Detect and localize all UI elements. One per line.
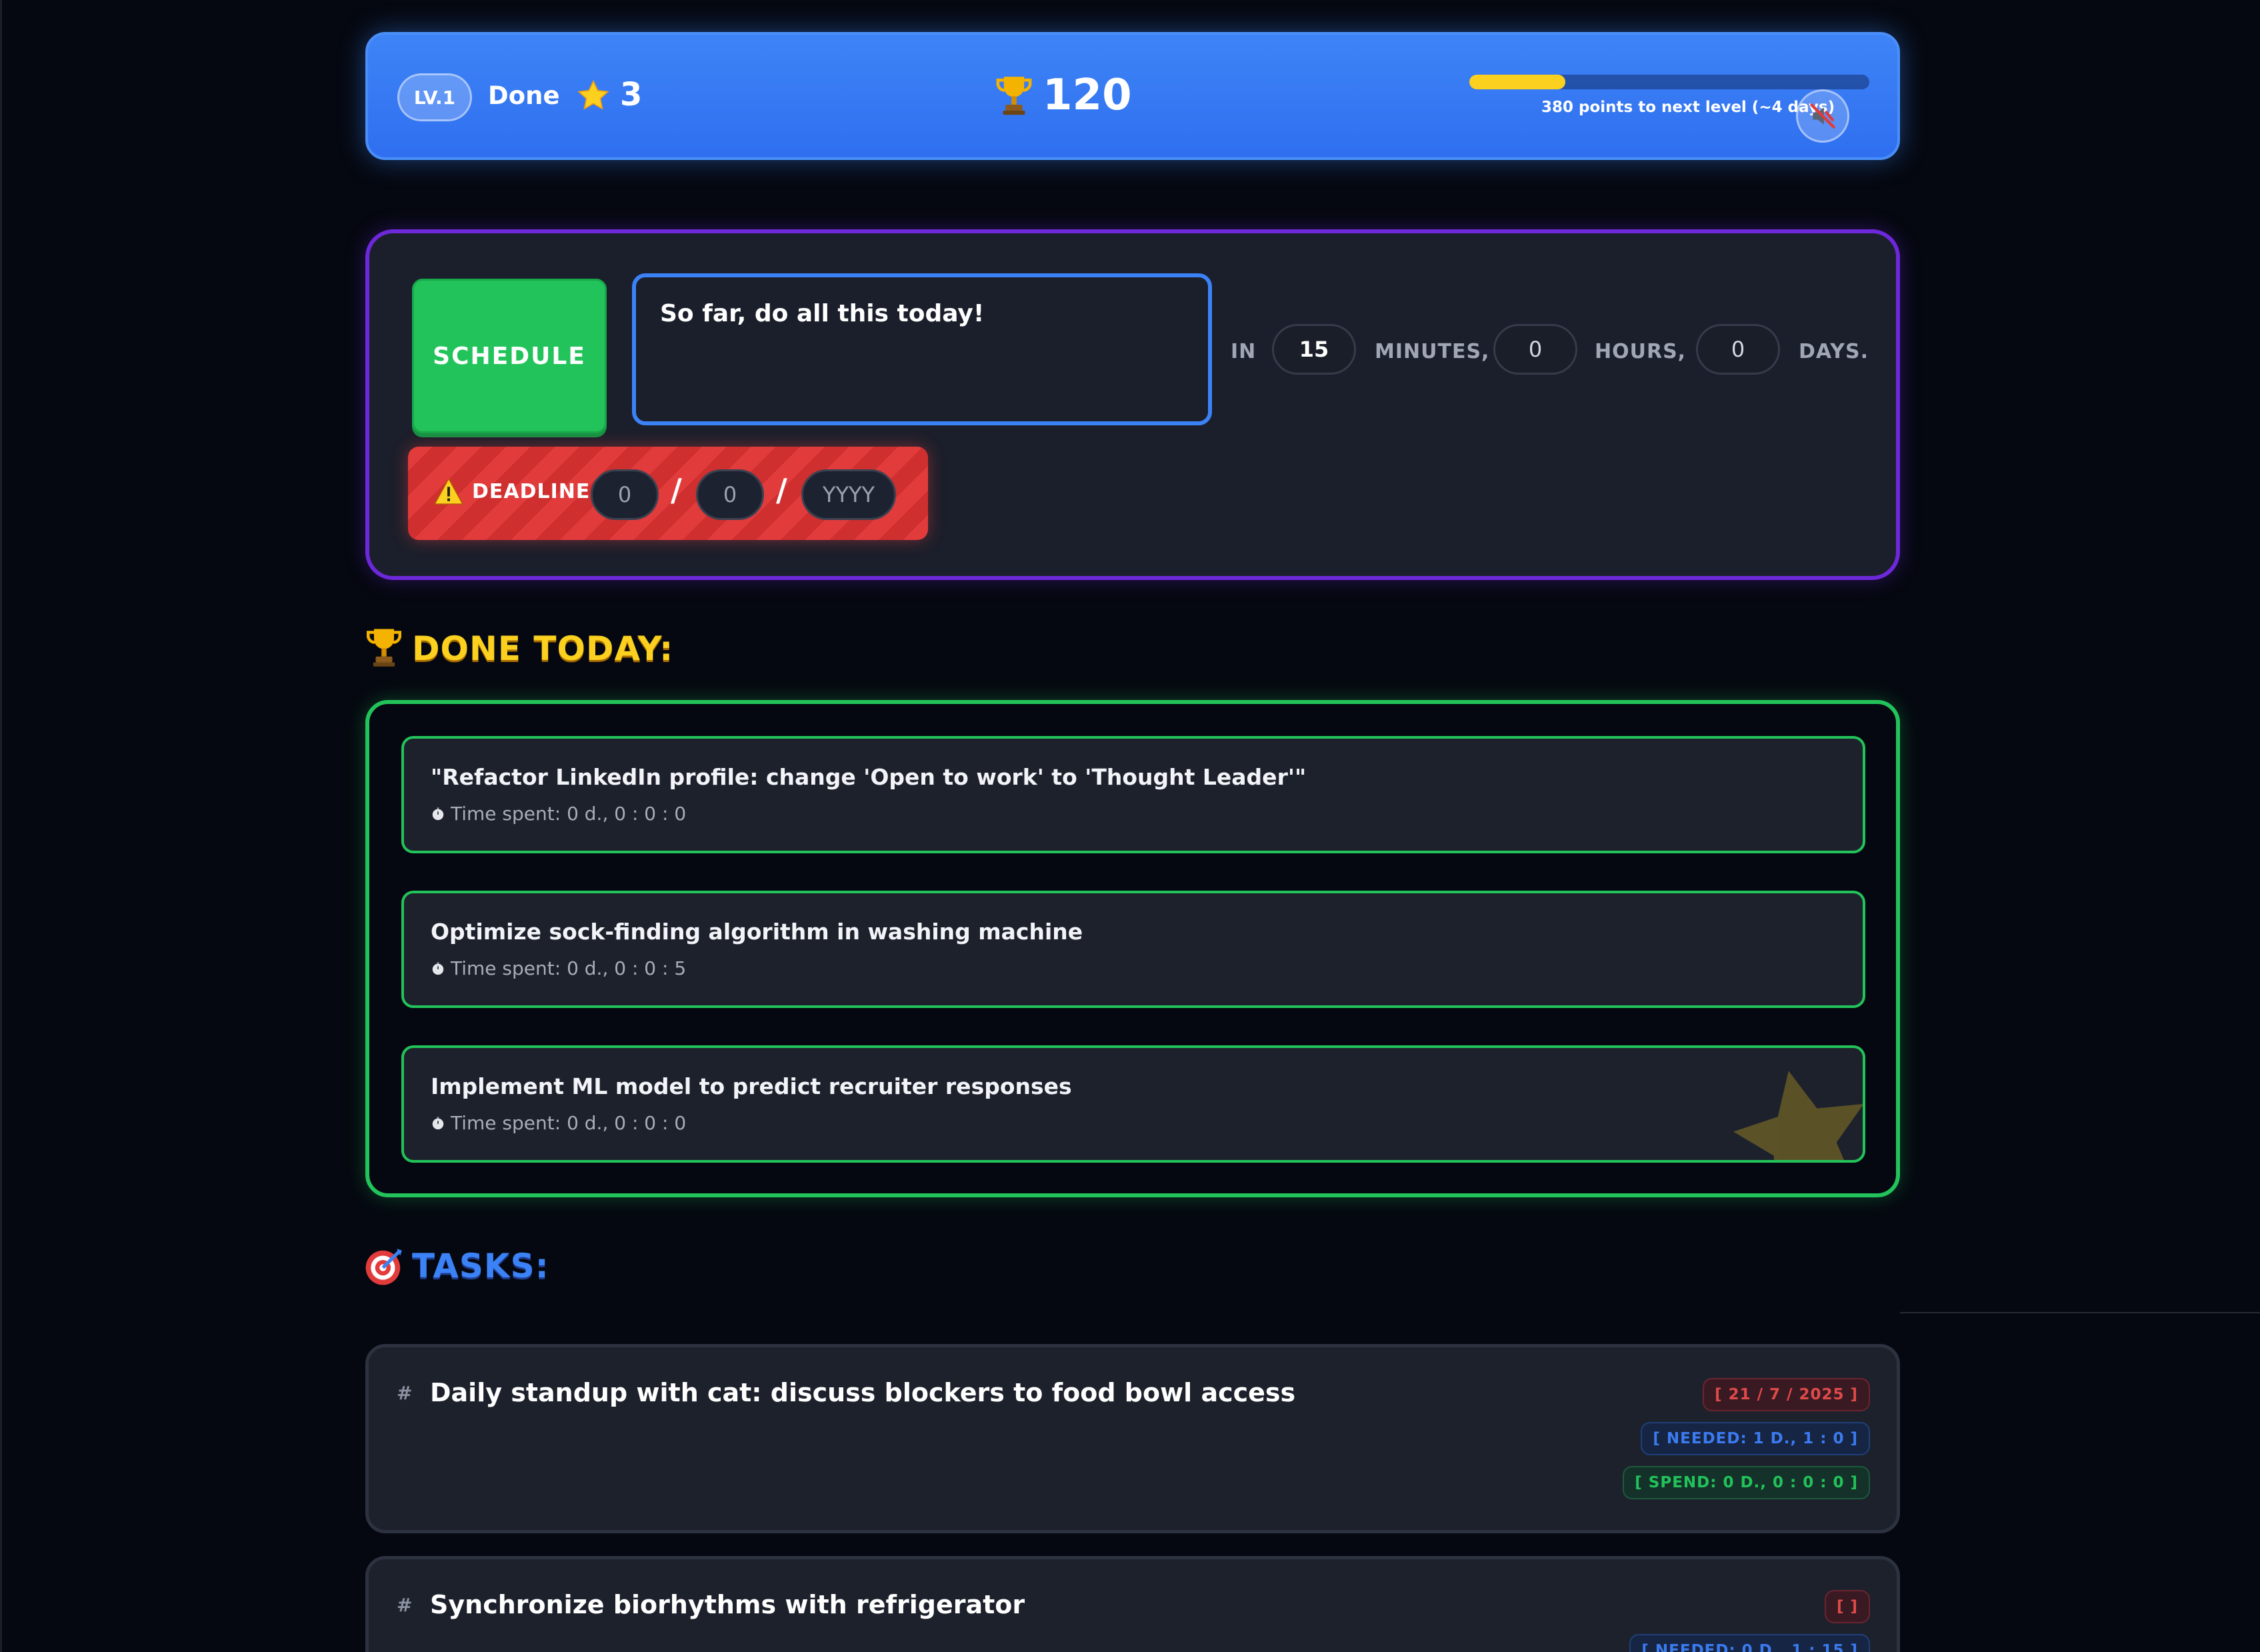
done-item-time-text: Time spent: 0 d., 0 : 0 : 0 [451,1112,687,1134]
deadline-year-input[interactable]: YYYY [801,469,896,520]
status-header: LV.1 Done 3 120 380 points to next level… [365,32,1900,160]
deadline-label: DEADLINE [472,480,591,503]
tasks-heading: TASKS: [412,1247,549,1285]
deadline-day-input[interactable]: 0 [591,469,659,520]
days-input[interactable]: 0 [1696,324,1780,375]
task-hash: # [397,1382,413,1404]
done-item-time: Time spent: 0 d., 0 : 0 : 0 [431,803,686,825]
in-label: IN [1231,340,1257,363]
done-label: Done [488,81,560,110]
done-item-time-text: Time spent: 0 d., 0 : 0 : 0 [451,803,687,825]
warning-icon [433,477,464,505]
task-needed-badge: [ NEEDED: 1 D., 1 : 0 ] [1641,1422,1870,1455]
level-progress-fill [1469,75,1565,89]
done-list: "Refactor LinkedIn profile: change 'Open… [365,700,1900,1197]
star-count: 3 [620,76,643,113]
task-title: Daily standup with cat: discuss blockers… [430,1378,1296,1407]
hours-input[interactable]: 0 [1493,324,1577,375]
schedule-button[interactable]: SCHEDULE [412,279,607,433]
done-item-title: "Refactor LinkedIn profile: change 'Open… [431,764,1307,790]
date-separator: / [671,472,682,508]
task-date-badge: [ ] [1824,1590,1870,1623]
task-card[interactable]: # Synchronize biorhythms with refrigerat… [365,1556,1900,1652]
score-value: 120 [1043,71,1132,120]
speaker-muted-icon [1810,103,1835,129]
done-item-time-text: Time spent: 0 d., 0 : 0 : 5 [451,957,687,979]
trophy-icon [996,77,1032,115]
progress-text: 380 points to next level (~4 days) [1541,99,1835,116]
divider [1900,1312,2260,1313]
trophy-icon [367,629,401,667]
deadline-box: DEADLINE 0 / 0 / YYYY [408,447,928,540]
days-label: DAYS. [1799,340,1869,363]
done-item[interactable]: Optimize sock-finding algorithm in washi… [401,891,1865,1008]
hours-label: HOURS, [1595,340,1687,363]
date-separator: / [776,472,787,508]
target-icon [365,1249,402,1285]
schedule-panel: SCHEDULE So far, do all this today! IN 1… [365,229,1900,580]
task-date-badge: [ 21 / 7 / 2025 ] [1703,1378,1870,1411]
task-needed-badge: [ NEEDED: 0 D., 1 : 15 ] [1629,1634,1870,1652]
app-page: LV.1 Done 3 120 380 points to next level… [0,0,2260,1652]
task-spend-badge: [ SPEND: 0 D., 0 : 0 : 0 ] [1623,1466,1870,1499]
done-item-title: Implement ML model to predict recruiter … [431,1073,1072,1099]
task-card[interactable]: # Daily standup with cat: discuss blocke… [365,1344,1900,1533]
minutes-label: MINUTES, [1375,340,1490,363]
task-title: Synchronize biorhythms with refrigerator [430,1590,1025,1619]
done-item-time: Time spent: 0 d., 0 : 0 : 0 [431,1112,686,1134]
star-icon [1733,1071,1863,1160]
deadline-month-input[interactable]: 0 [696,469,764,520]
level-progress-bar [1469,75,1869,89]
done-today-heading: DONE TODAY: [412,629,674,668]
done-item[interactable]: Implement ML model to predict recruiter … [401,1045,1865,1163]
star-icon [577,79,609,110]
window-edge [0,0,2,1652]
mute-button[interactable] [1796,89,1849,143]
done-item-time: Time spent: 0 d., 0 : 0 : 5 [431,957,686,979]
stopwatch-icon [432,1117,444,1130]
stopwatch-icon [432,962,444,975]
minutes-input[interactable]: 15 [1272,324,1356,375]
level-badge: LV.1 [397,73,472,121]
stopwatch-icon [432,807,444,821]
done-item[interactable]: "Refactor LinkedIn profile: change 'Open… [401,736,1865,853]
task-hash: # [397,1594,413,1616]
done-item-title: Optimize sock-finding algorithm in washi… [431,919,1083,945]
task-input[interactable]: So far, do all this today! [632,273,1212,425]
